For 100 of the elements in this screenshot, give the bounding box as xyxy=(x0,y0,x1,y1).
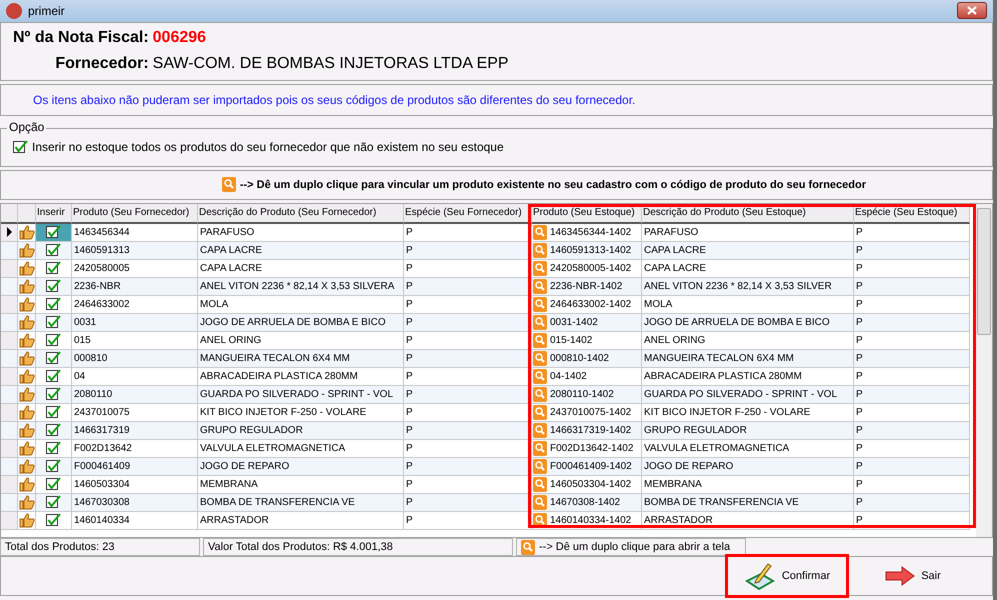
checkbox[interactable] xyxy=(46,387,61,402)
table-cell: 0031-1402 xyxy=(550,316,598,328)
checkbox[interactable] xyxy=(46,297,61,312)
close-button[interactable] xyxy=(957,2,987,20)
pencil-book-icon xyxy=(744,561,776,591)
search-icon[interactable] xyxy=(533,440,547,456)
table-cell: P xyxy=(854,458,970,476)
status-total: Total dos Produtos: 23 xyxy=(0,538,200,556)
thumbs-up-icon xyxy=(18,440,34,456)
table-cell: 1460140334-1402 xyxy=(550,514,632,526)
exit-button[interactable]: Sair xyxy=(854,557,972,595)
checkbox[interactable] xyxy=(13,140,28,154)
table-cell: JOGO DE REPARO xyxy=(198,458,404,476)
table-cell: P xyxy=(854,242,970,260)
table-cell: 1460503304-1402 xyxy=(550,478,632,490)
table-cell: 2080110 xyxy=(72,386,198,404)
column-header[interactable]: Espécie (Seu Fornecedor) xyxy=(404,204,532,224)
table-cell: 015-1402 xyxy=(550,334,592,346)
table-cell: GRUPO REGULADOR xyxy=(642,422,854,440)
table-cell: JOGO DE ARRUELA DE BOMBA E BICO xyxy=(642,314,854,332)
table-cell: 2236-NBR-1402 xyxy=(550,280,622,292)
search-icon[interactable] xyxy=(533,350,547,366)
supplier-name: SAW-COM. DE BOMBAS INJETORAS LTDA EPP xyxy=(152,55,510,74)
table-cell: ARRASTADOR xyxy=(642,512,854,530)
search-icon[interactable] xyxy=(533,422,547,438)
thumbs-up-icon xyxy=(18,368,34,384)
search-icon[interactable] xyxy=(533,404,547,420)
info-message: Os itens abaixo não puderam ser importados pois os seus códigos de produtos são diferentes do seu fornecedor. xyxy=(33,92,636,107)
thumbs-up-icon xyxy=(18,458,34,474)
table-cell: 04-1402 xyxy=(550,370,587,382)
search-icon[interactable] xyxy=(533,494,547,510)
table-cell: 1463456344-1402 xyxy=(550,226,632,238)
table-cell: P xyxy=(404,350,532,368)
checkbox[interactable] xyxy=(46,351,61,366)
column-header[interactable]: Produto (Seu Fornecedor) xyxy=(72,204,198,224)
search-icon[interactable] xyxy=(533,260,547,276)
thumbs-up-icon xyxy=(18,404,34,420)
checkbox[interactable] xyxy=(46,441,61,456)
table-cell: 1460591313-1402 xyxy=(550,244,632,256)
table-cell: GUARDA PO SILVERADO - SPRINT - VOL xyxy=(642,386,854,404)
checkbox[interactable] xyxy=(46,423,61,438)
search-icon[interactable] xyxy=(533,242,547,258)
group-title: Opção xyxy=(7,120,46,134)
table-cell: 0031 xyxy=(72,314,198,332)
checkbox[interactable] xyxy=(46,459,61,474)
thumbs-up-icon xyxy=(18,494,34,510)
thumbs-up-icon xyxy=(18,350,34,366)
table-cell: P xyxy=(404,494,532,512)
table-cell: 1466317319 xyxy=(72,422,198,440)
checkbox[interactable] xyxy=(46,279,61,294)
search-icon[interactable] xyxy=(533,278,547,294)
table-cell: GUARDA PO SILVERADO - SPRINT - VOL xyxy=(198,386,404,404)
table-cell: 2464633002-1402 xyxy=(550,298,632,310)
table-cell: 000810-1402 xyxy=(550,352,609,364)
table-cell: F000461409 xyxy=(72,458,198,476)
app-logo-icon xyxy=(6,2,22,19)
search-icon[interactable] xyxy=(533,458,547,474)
search-icon[interactable] xyxy=(533,368,547,384)
table-cell: P xyxy=(404,314,532,332)
status-value: Valor Total dos Produtos: R$ 4.001,38 xyxy=(203,538,513,556)
thumbs-up-icon xyxy=(18,314,34,330)
field-label: Nº da Nota Fiscal: xyxy=(13,28,149,47)
search-icon[interactable] xyxy=(533,224,547,240)
checkbox[interactable] xyxy=(46,243,61,258)
table-cell: 000810 xyxy=(72,350,198,368)
checkbox[interactable] xyxy=(46,225,61,240)
checkbox[interactable] xyxy=(46,495,61,510)
table-cell: 2236-NBR xyxy=(72,278,198,296)
search-icon[interactable] xyxy=(533,386,547,402)
window-title: primeir xyxy=(28,4,66,18)
table-cell: F002D13642-1402 xyxy=(550,442,634,454)
column-header[interactable]: Descrição do Produto (Seu Fornecedor) xyxy=(198,204,404,224)
invoice-number: 006296 xyxy=(152,28,208,47)
table-cell: MANGUEIRA TECALON 6X4 MM xyxy=(198,350,404,368)
checkbox[interactable] xyxy=(46,369,61,384)
checkbox[interactable] xyxy=(46,315,61,330)
scrollbar[interactable] xyxy=(976,204,992,538)
table-cell: GRUPO REGULADOR xyxy=(198,422,404,440)
table-cell: MANGUEIRA TECALON 6X4 MM xyxy=(642,350,854,368)
checkbox[interactable] xyxy=(46,261,61,276)
checkbox[interactable] xyxy=(46,405,61,420)
table-cell: CAPA LACRE xyxy=(642,242,854,260)
table-cell: P xyxy=(404,422,532,440)
table-cell: JOGO DE ARRUELA DE BOMBA E BICO xyxy=(198,314,404,332)
thumbs-up-icon xyxy=(18,242,34,258)
thumbs-up-icon xyxy=(18,278,34,294)
thumbs-up-icon xyxy=(18,332,34,348)
search-icon[interactable] xyxy=(533,476,547,492)
search-icon[interactable] xyxy=(533,314,547,330)
confirm-button[interactable]: Confirmar xyxy=(728,557,846,595)
checkbox[interactable] xyxy=(46,333,61,348)
checkbox[interactable] xyxy=(46,513,61,528)
search-icon[interactable] xyxy=(222,177,236,192)
search-icon[interactable] xyxy=(533,296,547,312)
search-icon[interactable] xyxy=(521,540,535,555)
checkbox-label: Inserir no estoque todos os produtos do seu fornecedor que não existem no seu estoque xyxy=(32,140,504,154)
search-icon[interactable] xyxy=(533,332,547,348)
checkbox[interactable] xyxy=(46,477,61,492)
column-header[interactable]: Inserir xyxy=(36,204,72,224)
field-label: Fornecedor: xyxy=(54,55,149,74)
